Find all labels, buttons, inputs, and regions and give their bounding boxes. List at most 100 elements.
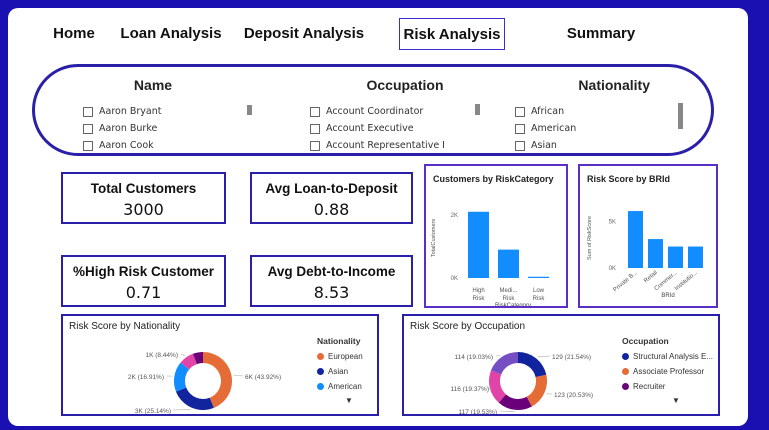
x-axis-label: BRId bbox=[661, 293, 674, 299]
name-slicer-title: Name bbox=[133, 77, 173, 93]
leader-line bbox=[499, 410, 515, 413]
risk-score-by-brid-chart[interactable]: Risk Score by BRId Sum of RiskScore 0K 5K P… bbox=[578, 164, 718, 308]
nationality-option[interactable]: American bbox=[515, 120, 695, 137]
slice-data-label: 1K (8.44%) bbox=[145, 352, 178, 359]
name-option[interactable]: Aaron Burke bbox=[83, 120, 223, 137]
nationality-legend: Nationality European Asian American ▼ bbox=[317, 336, 363, 405]
y-tick-label: 0K bbox=[451, 276, 458, 282]
slicer-panel: Name Aaron Bryant Aaron Burke Aaron Cook… bbox=[32, 64, 714, 156]
nav-risk-analysis[interactable]: Risk Analysis bbox=[399, 18, 505, 50]
y-axis-label: Sum of RiskScore bbox=[587, 216, 593, 260]
donut-chart-svg: 6K (43.92%) 3K (25.14%) 2K (16.91%) 1K (8.4… bbox=[128, 352, 281, 414]
occupation-option[interactable]: Account Representative I bbox=[310, 137, 500, 154]
x-tick-label: Private B... bbox=[612, 270, 639, 294]
checkbox[interactable] bbox=[83, 123, 93, 134]
legend-item[interactable]: Structural Analysis E... bbox=[622, 349, 713, 364]
occupation-slicer-scrollbar[interactable] bbox=[475, 104, 480, 115]
nav-deposit-analysis[interactable]: Deposit Analysis bbox=[240, 18, 368, 50]
name-slicer-scrollbar[interactable] bbox=[247, 105, 252, 115]
occupation-option[interactable]: Account Executive bbox=[310, 120, 500, 137]
kpi-label: Avg Loan-to-Deposit bbox=[265, 181, 398, 196]
legend-item[interactable]: American bbox=[317, 379, 363, 394]
kpi-label: Avg Debt-to-Income bbox=[267, 264, 396, 279]
leader-line bbox=[172, 409, 191, 411]
legend-dot bbox=[317, 383, 324, 390]
nationality-slicer: Nationality African American Asian bbox=[515, 77, 695, 154]
nav-summary[interactable]: Summary bbox=[559, 18, 643, 50]
donut-slice[interactable] bbox=[175, 387, 214, 410]
bar[interactable] bbox=[468, 211, 489, 278]
legend-more-arrow-icon[interactable]: ▼ bbox=[345, 396, 363, 405]
checkbox[interactable] bbox=[515, 140, 525, 151]
checkbox[interactable] bbox=[83, 140, 93, 151]
donut-slice[interactable] bbox=[526, 374, 547, 407]
slice-data-label: 129 (21.54%) bbox=[552, 354, 591, 361]
slice-data-label: 6K (43.92%) bbox=[245, 374, 281, 381]
x-axis-label: RiskCategory bbox=[495, 303, 531, 306]
checkbox[interactable] bbox=[515, 123, 525, 134]
y-tick-label: 5K bbox=[609, 219, 616, 225]
nationality-slicer-title: Nationality bbox=[578, 77, 650, 93]
nationality-slicer-scrollbar[interactable] bbox=[678, 103, 683, 129]
nationality-option[interactable]: Asian bbox=[515, 137, 695, 154]
occupation-slicer-title: Occupation bbox=[366, 77, 444, 93]
legend-item[interactable]: Asian bbox=[317, 364, 363, 379]
bar[interactable] bbox=[528, 276, 549, 278]
slice-data-label: 116 (19.37%) bbox=[450, 386, 489, 393]
checkbox[interactable] bbox=[83, 106, 93, 117]
x-tick-label: High bbox=[472, 288, 484, 294]
risk-score-by-nationality-chart[interactable]: Risk Score by Nationality 6K (43.92%) 3K … bbox=[61, 314, 379, 416]
slice-data-label: 117 (19.53%) bbox=[458, 409, 497, 414]
top-nav: Home Loan Analysis Deposit Analysis Risk… bbox=[8, 18, 748, 52]
leader-line bbox=[495, 355, 501, 357]
legend-dot bbox=[622, 353, 629, 360]
checkbox[interactable] bbox=[515, 106, 525, 117]
nav-loan-analysis[interactable]: Loan Analysis bbox=[116, 18, 226, 50]
slice-data-label: 114 (19.03%) bbox=[454, 354, 493, 361]
risk-score-by-occupation-chart[interactable]: Risk Score by Occupation 129 (21.54%) 123… bbox=[402, 314, 720, 416]
customers-by-riskcategory-chart[interactable]: Customers by RiskCategory TotalCustomers… bbox=[424, 164, 568, 308]
checkbox[interactable] bbox=[310, 123, 320, 134]
occupation-slicer: Occupation Account Coordinator Account E… bbox=[310, 77, 500, 154]
bar[interactable] bbox=[688, 246, 703, 268]
bar[interactable] bbox=[498, 249, 519, 278]
kpi-value: 0.88 bbox=[313, 200, 350, 219]
occupation-legend: Occupation Structural Analysis E... Asso… bbox=[622, 336, 713, 405]
bar-chart-svg: Sum of RiskScore0K5KPrivate B... RetailCo… bbox=[587, 211, 703, 299]
total-customers-card: Total Customers 3000 bbox=[61, 172, 226, 224]
legend-title: Occupation bbox=[622, 336, 669, 346]
y-axis-label: TotalCustomers bbox=[431, 219, 437, 257]
checkbox[interactable] bbox=[310, 140, 320, 151]
occupation-option[interactable]: Account Coordinator bbox=[310, 103, 500, 120]
slice-data-label: 3K (25.14%) bbox=[135, 408, 171, 414]
legend-item[interactable]: Recruiter bbox=[622, 379, 713, 394]
checkbox[interactable] bbox=[310, 106, 320, 117]
nationality-option[interactable]: African bbox=[515, 103, 695, 120]
legend-more-arrow-icon[interactable]: ▼ bbox=[672, 396, 713, 405]
bar[interactable] bbox=[668, 246, 683, 268]
nav-home[interactable]: Home bbox=[46, 18, 102, 50]
name-slicer: Name Aaron Bryant Aaron Burke Aaron Cook bbox=[83, 77, 223, 154]
slice-data-label: 2K (16.91%) bbox=[128, 374, 164, 381]
high-risk-card: %High Risk Customer 0.71 bbox=[61, 255, 226, 307]
x-tick-label: Risk bbox=[533, 296, 546, 302]
dashboard-canvas: Home Loan Analysis Deposit Analysis Risk… bbox=[8, 8, 748, 426]
legend-item[interactable]: Associate Professor bbox=[622, 364, 713, 379]
legend-item[interactable]: European bbox=[317, 349, 363, 364]
bar[interactable] bbox=[628, 211, 643, 268]
donut-slice[interactable] bbox=[491, 352, 518, 375]
donut-slice[interactable] bbox=[518, 352, 547, 378]
loan-to-deposit-card: Avg Loan-to-Deposit 0.88 bbox=[250, 172, 413, 224]
x-tick-label: Low bbox=[533, 288, 545, 294]
kpi-label: Total Customers bbox=[90, 181, 197, 196]
name-option[interactable]: Aaron Bryant bbox=[83, 103, 223, 120]
kpi-value: 3000 bbox=[123, 200, 164, 219]
debt-to-income-card: Avg Debt-to-Income 8.53 bbox=[250, 255, 413, 307]
legend-dot bbox=[622, 368, 629, 375]
x-tick-label: Institutio... bbox=[674, 270, 699, 292]
kpi-value: 8.53 bbox=[313, 283, 350, 302]
bar[interactable] bbox=[648, 239, 663, 268]
name-option[interactable]: Aaron Cook bbox=[83, 137, 223, 154]
donut-chart-svg: 129 (21.54%) 123 (20.53%) 117 (19.53%) 116 … bbox=[450, 352, 593, 414]
y-tick-label: 2K bbox=[451, 213, 458, 219]
